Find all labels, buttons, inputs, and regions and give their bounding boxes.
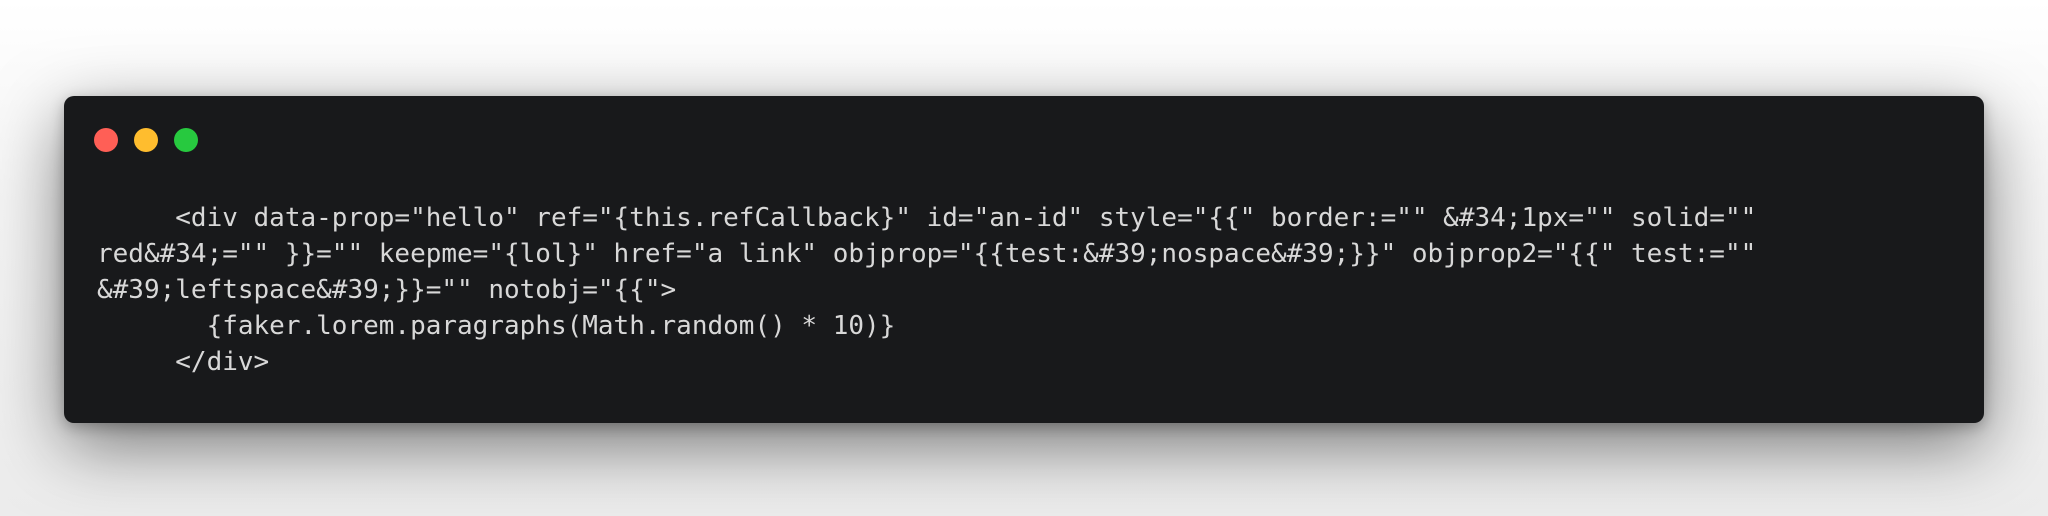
code-line: {faker.lorem.paragraphs(Math.random() * … (97, 311, 896, 341)
code-line: </div> (97, 347, 270, 377)
code-block: <div data-prop="hello" ref="{this.refCal… (97, 200, 1957, 380)
code-line: red&#34;="" }}="" keepme="{lol}" href="a… (97, 239, 1757, 269)
close-window-icon[interactable] (94, 128, 118, 152)
maximize-window-icon[interactable] (174, 128, 198, 152)
window-titlebar (64, 96, 1984, 176)
minimize-window-icon[interactable] (134, 128, 158, 152)
code-line: &#39;leftspace&#39;}}="" notobj="{{"> (97, 275, 677, 305)
code-window: <div data-prop="hello" ref="{this.refCal… (64, 96, 1984, 423)
code-line: <div data-prop="hello" ref="{this.refCal… (97, 203, 1757, 233)
